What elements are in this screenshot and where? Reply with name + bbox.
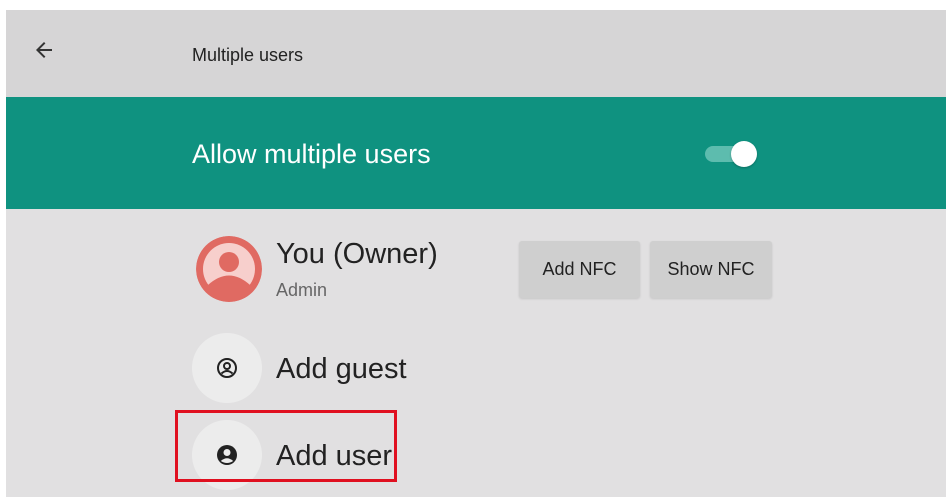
account-circle-icon bbox=[217, 445, 237, 465]
arrow-back-icon bbox=[36, 42, 52, 58]
page-title: Multiple users bbox=[192, 45, 304, 65]
add-user-label: Add user bbox=[276, 440, 393, 472]
add-user-row[interactable]: Add user bbox=[192, 420, 592, 492]
add-user-icon-wrap bbox=[192, 420, 262, 490]
toggle-thumb bbox=[731, 141, 757, 167]
back-button[interactable] bbox=[26, 32, 62, 68]
owner-user-row: You (Owner) Admin Add NFC Show NFC bbox=[192, 232, 792, 312]
add-nfc-button[interactable]: Add NFC bbox=[519, 241, 640, 298]
app-bar: Multiple users bbox=[6, 10, 946, 97]
owner-role: Admin bbox=[276, 280, 328, 300]
add-guest-icon-wrap bbox=[192, 333, 262, 403]
owner-name: You (Owner) bbox=[276, 238, 438, 270]
settings-screen: Multiple users Allow multiple users You … bbox=[6, 10, 946, 497]
add-guest-row[interactable]: Add guest bbox=[192, 333, 592, 405]
allow-multiple-users-bar[interactable]: Allow multiple users bbox=[6, 97, 946, 209]
show-nfc-button[interactable]: Show NFC bbox=[650, 241, 772, 298]
add-guest-label: Add guest bbox=[276, 353, 407, 385]
guest-account-icon bbox=[217, 358, 237, 378]
allow-multiple-users-toggle[interactable] bbox=[703, 139, 761, 169]
user-avatar-icon bbox=[196, 236, 262, 302]
allow-multiple-users-label: Allow multiple users bbox=[192, 139, 431, 169]
